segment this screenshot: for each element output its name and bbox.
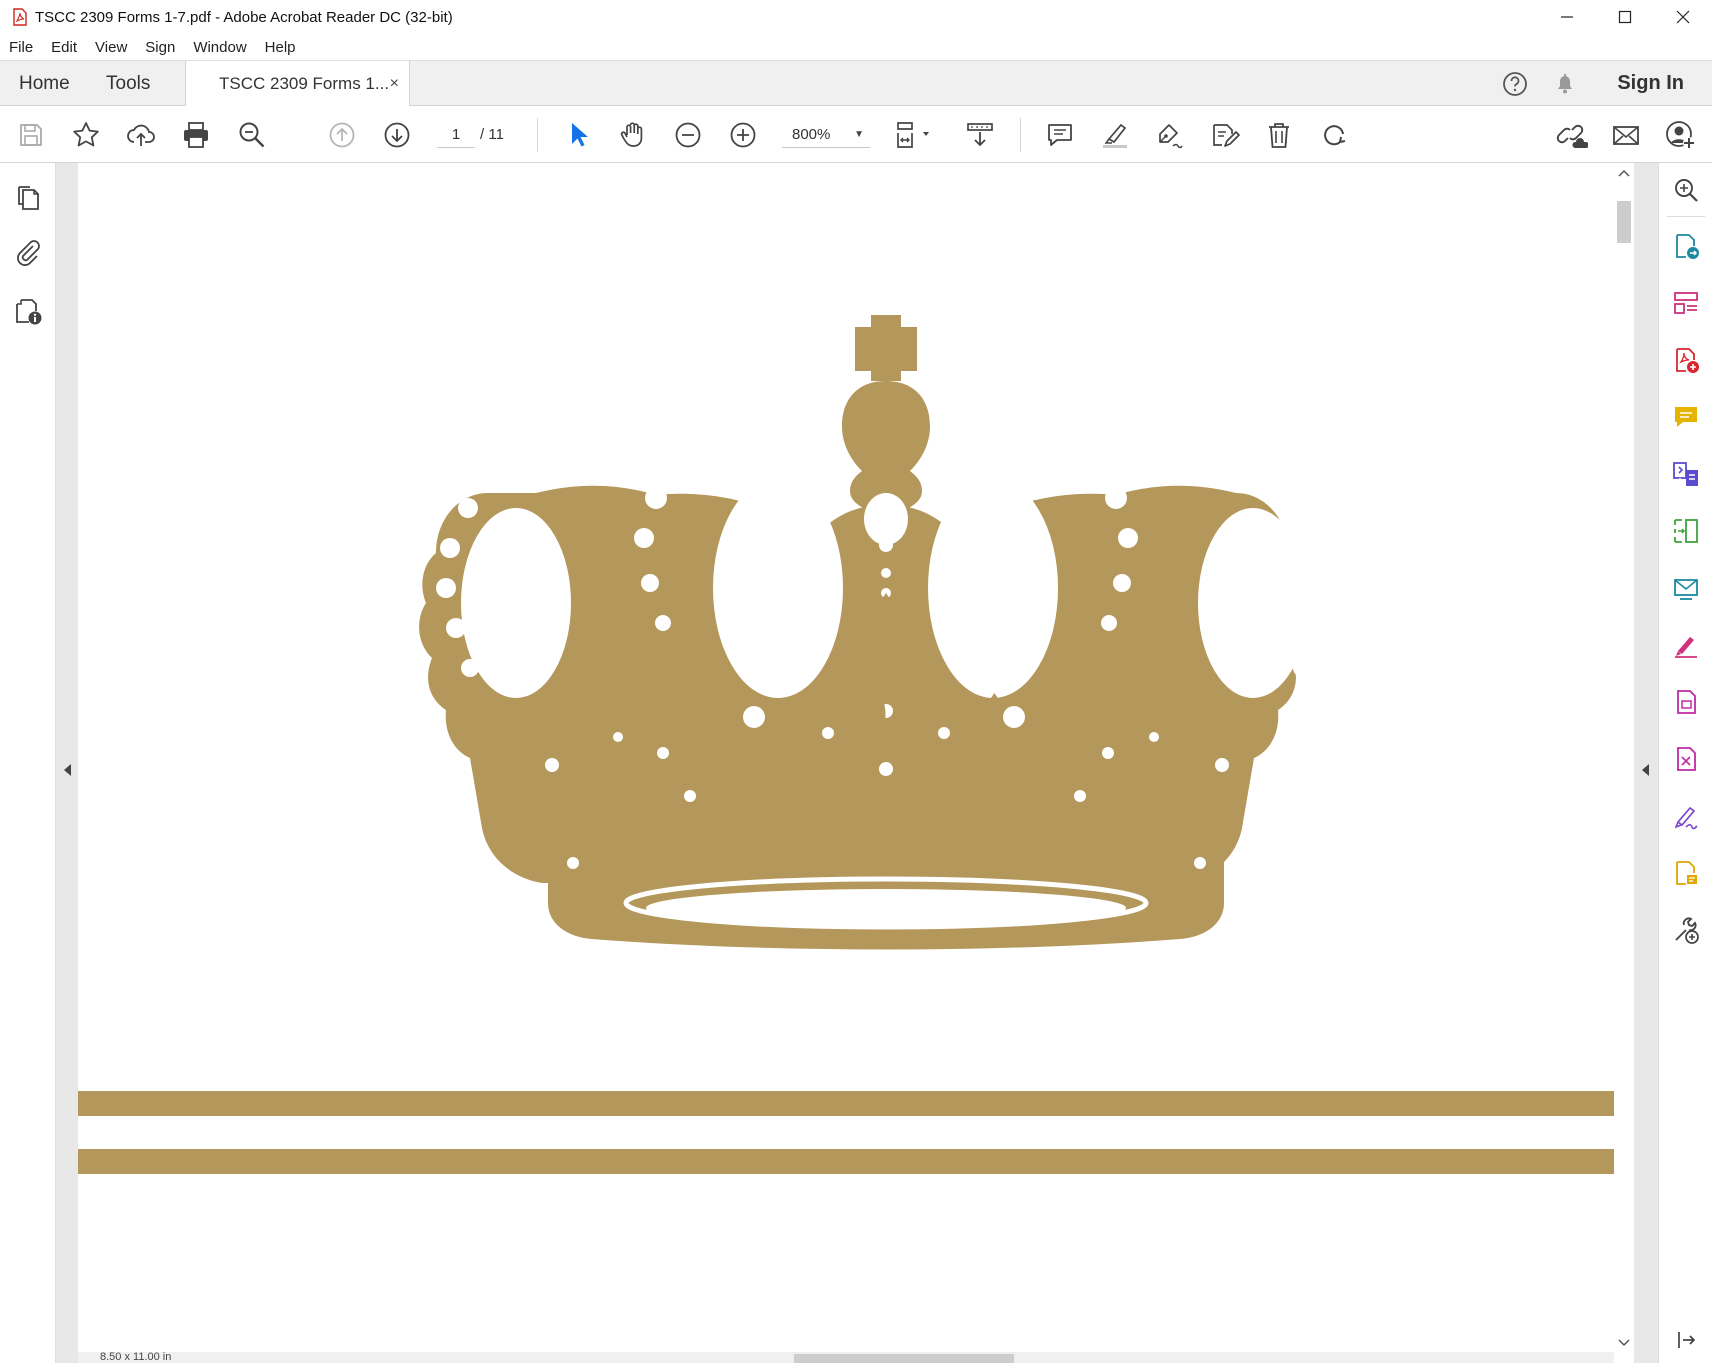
highlight-icon[interactable] [1098, 118, 1132, 152]
document-tab-label: TSCC 2309 Forms 1... [219, 74, 390, 93]
menu-bar: File Edit View Sign Window Help [0, 34, 1712, 60]
email-icon[interactable] [1609, 118, 1643, 152]
previous-page-icon[interactable] [325, 118, 359, 152]
document-properties-icon[interactable] [11, 294, 45, 328]
fill-sign-icon[interactable] [1208, 118, 1242, 152]
select-cursor-icon[interactable] [561, 118, 595, 152]
zoom-in-icon[interactable] [726, 118, 760, 152]
pane-divider [1667, 216, 1705, 217]
acrobat-pdf-icon [9, 6, 31, 28]
share-link-icon[interactable] [1555, 118, 1589, 152]
request-signature-icon[interactable] [1669, 856, 1703, 890]
organize-pages-icon[interactable] [1669, 286, 1703, 320]
minimize-button[interactable] [1538, 0, 1596, 34]
tab-bar-right: Sign In [1501, 61, 1712, 106]
next-page-icon[interactable] [380, 118, 414, 152]
sign-in-button[interactable]: Sign In [1617, 72, 1684, 95]
comment-tool-icon[interactable] [1669, 400, 1703, 434]
combine-files-icon[interactable] [1669, 457, 1703, 491]
minimize-icon [1561, 16, 1573, 18]
page-total: / 11 [480, 126, 504, 143]
print-icon[interactable] [179, 118, 213, 152]
comment-icon[interactable] [1043, 118, 1077, 152]
menu-view[interactable]: View [86, 39, 136, 56]
vertical-scroll-thumb[interactable] [1617, 201, 1631, 243]
rotate-icon[interactable] [1317, 118, 1351, 152]
menu-edit[interactable]: Edit [42, 39, 86, 56]
vertical-scrollbar[interactable] [1614, 163, 1634, 1363]
tab-document[interactable]: TSCC 2309 Forms 1... × [185, 61, 410, 107]
page-size-readout: 8.50 x 11.00 in [100, 1351, 172, 1363]
page-number-input[interactable]: 1 [437, 121, 475, 148]
zoom-out-icon[interactable] [671, 118, 705, 152]
delete-icon[interactable] [1262, 118, 1296, 152]
right-pane-gutter [1634, 163, 1658, 1363]
scroll-down-icon[interactable] [1614, 1335, 1634, 1349]
menu-window[interactable]: Window [184, 39, 255, 56]
protect-icon[interactable] [1669, 742, 1703, 776]
gold-stripe [78, 1091, 1614, 1116]
fit-page-icon[interactable] [893, 118, 939, 152]
tab-home[interactable]: Home [19, 61, 70, 106]
hand-icon[interactable] [616, 118, 650, 152]
document-page[interactable] [78, 163, 1614, 1363]
draw-icon[interactable] [1153, 118, 1187, 152]
add-user-icon[interactable] [1663, 118, 1697, 152]
close-window-button[interactable] [1654, 0, 1712, 34]
maximize-button[interactable] [1596, 0, 1654, 34]
export-pdf-icon[interactable] [1669, 229, 1703, 263]
chevron-down-icon: ▼ [854, 129, 864, 140]
scroll-mode-icon[interactable] [963, 118, 997, 152]
page-thumbnails-icon[interactable] [11, 181, 45, 215]
expand-left-pane-icon[interactable] [62, 762, 74, 778]
zoom-level-value: 800% [792, 126, 831, 143]
tab-bar: Home Tools TSCC 2309 Forms 1... × Sign I… [0, 60, 1712, 107]
create-pdf-icon[interactable] [1669, 343, 1703, 377]
toolbar-divider [1020, 118, 1021, 152]
right-tools-pane [1658, 163, 1712, 1363]
window-title: TSCC 2309 Forms 1-7.pdf - Adobe Acrobat … [35, 8, 453, 26]
close-icon [1676, 10, 1690, 24]
toolbar: 1 / 11 800% ▼ [0, 106, 1712, 163]
close-tab-button[interactable]: × [390, 75, 399, 93]
attachments-icon[interactable] [11, 235, 45, 269]
menu-file[interactable]: File [0, 39, 42, 56]
search-zoom-icon[interactable] [235, 118, 269, 152]
crown-logo-graphic [419, 315, 1336, 950]
scroll-up-icon[interactable] [1614, 167, 1634, 181]
collapse-right-pane-icon[interactable] [1640, 762, 1652, 778]
more-tools-icon[interactable] [1669, 913, 1703, 947]
search-tool-icon[interactable] [1669, 173, 1703, 207]
bookmark-star-icon[interactable] [69, 118, 103, 152]
horizontal-scrollbar[interactable] [78, 1352, 1614, 1363]
left-pane-gutter [56, 163, 78, 1363]
save-icon[interactable] [14, 118, 48, 152]
menu-sign[interactable]: Sign [136, 39, 184, 56]
zoom-level-select[interactable]: 800% ▼ [782, 121, 870, 148]
compress-icon[interactable] [1669, 514, 1703, 548]
horizontal-scroll-thumb[interactable] [794, 1354, 1014, 1363]
maximize-icon [1618, 10, 1632, 24]
cloud-upload-icon[interactable] [124, 118, 158, 152]
tab-tools[interactable]: Tools [106, 61, 150, 106]
menu-help[interactable]: Help [256, 39, 305, 56]
left-navigation-pane [0, 163, 56, 1363]
toolbar-divider [537, 118, 538, 152]
help-icon[interactable] [1501, 70, 1529, 98]
send-for-signature-icon[interactable] [1669, 571, 1703, 605]
title-bar: TSCC 2309 Forms 1-7.pdf - Adobe Acrobat … [0, 0, 1712, 34]
certificates-icon[interactable] [1669, 799, 1703, 833]
fill-and-sign-icon[interactable] [1669, 628, 1703, 662]
notifications-bell-icon[interactable] [1551, 70, 1579, 98]
gold-stripe [78, 1149, 1614, 1174]
edit-pdf-icon[interactable] [1669, 685, 1703, 719]
window-controls [1538, 0, 1712, 34]
collapse-tools-pane-icon[interactable] [1669, 1323, 1703, 1357]
